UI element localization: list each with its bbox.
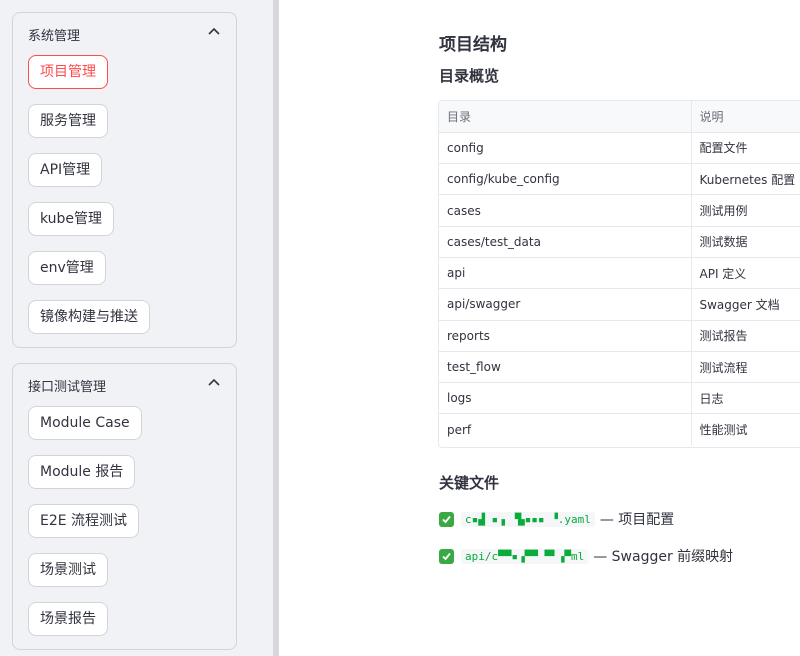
chevron-up-icon[interactable]: [208, 378, 220, 386]
check-icon: [439, 548, 454, 564]
expander-system-management: 系统管理 项目管理 服务管理 API管理 kube管理 env管理 镜像构建与推…: [12, 12, 237, 348]
file-description: — Swagger 前缀映射: [593, 549, 734, 565]
cell-directory: reports: [439, 320, 692, 352]
nav-button-module-report[interactable]: Module 报告: [28, 455, 136, 489]
nav-button-module-case[interactable]: Module Case: [28, 406, 142, 440]
file-description: — 项目配置: [599, 512, 675, 528]
cell-directory: cases/test_data: [439, 226, 692, 258]
cell-description: API 定义: [691, 257, 800, 290]
cell-directory: cases: [439, 194, 692, 227]
cell-description: 日志: [691, 382, 800, 415]
table-row: perf 性能测试: [439, 413, 800, 446]
cell-description: Kubernetes 配置: [691, 163, 800, 196]
sidebar: 系统管理 项目管理 服务管理 API管理 kube管理 env管理 镜像构建与推…: [0, 0, 273, 656]
main-content: 项目结构 目录概览 目录 说明 config 配置文件 config/kube_c…: [279, 0, 800, 656]
check-icon: [439, 511, 454, 527]
cell-directory: logs: [439, 382, 692, 415]
expander-title[interactable]: 系统管理: [28, 25, 80, 44]
file-path: c▪▟ ▪▗ ▝▙▪▪▪ ▝.yaml: [461, 511, 595, 527]
table-row: cases 测试用例: [439, 194, 800, 227]
cell-description: 测试数据: [691, 226, 800, 258]
section-title-overview: 目录概览: [439, 67, 500, 85]
nav-button-image-build-push[interactable]: 镜像构建与推送: [28, 300, 150, 334]
table-row: test_flow 测试流程: [439, 351, 800, 384]
cell-directory: api: [439, 257, 692, 290]
cell-description: 性能测试: [699, 423, 748, 438]
nav-button-kube-management[interactable]: kube管理: [28, 202, 115, 236]
cell-description: 测试流程: [691, 351, 800, 384]
table-row: config/kube_config Kubernetes 配置: [439, 163, 800, 196]
table-row: cases/test_data 测试数据: [439, 226, 800, 258]
column-header-directory[interactable]: 目录: [439, 101, 692, 133]
nav-button-service-management[interactable]: 服务管理: [28, 104, 108, 138]
file-path: api/c▀▀▪▗▀▀ ▀▘▗▀ml: [461, 548, 589, 564]
cell-description: 测试用例: [691, 194, 800, 227]
table-row: config 配置文件: [439, 132, 800, 165]
cell-directory: test_flow: [439, 351, 692, 384]
key-file-item: c▪▟ ▪▗ ▝▙▪▪▪ ▝.yaml — 项目配置: [439, 509, 674, 529]
expander-api-test-management: 接口测试管理 Module Case Module 报告 E2E 流程测试 场景…: [12, 363, 237, 650]
cell-description: 测试报告: [691, 320, 800, 352]
table-row: api API 定义: [439, 257, 800, 290]
table-row: reports 测试报告: [439, 320, 800, 352]
cell-description: Swagger 文档: [691, 288, 800, 321]
key-file-item: api/c▀▀▪▗▀▀ ▀▘▗▀ml — Swagger 前缀映射: [439, 546, 733, 566]
nav-button-scenario-report[interactable]: 场景报告: [28, 602, 108, 636]
table-row: logs 日志: [439, 382, 800, 415]
cell-directory: config/kube_config: [439, 163, 692, 196]
page-title: 项目结构: [439, 35, 507, 55]
chevron-up-icon[interactable]: [208, 27, 220, 35]
column-header-description[interactable]: 说明: [691, 101, 800, 133]
cell-description: 配置文件: [691, 132, 800, 165]
nav-button-api-management[interactable]: API管理: [28, 153, 103, 187]
expander-title[interactable]: 接口测试管理: [28, 376, 106, 395]
directory-table: 目录 说明 config 配置文件 config/kube_config Kuber…: [438, 100, 800, 448]
cell-directory: perf: [439, 413, 692, 446]
table-header-row: 目录 说明: [439, 101, 800, 133]
cell-directory: api/swagger: [439, 288, 692, 321]
nav-button-e2e-flow-test[interactable]: E2E 流程测试: [28, 504, 140, 538]
section-title-key-files: 关键文件: [439, 474, 500, 492]
cell-directory: config: [439, 132, 692, 165]
nav-button-scenario-test[interactable]: 场景测试: [28, 553, 108, 587]
nav-button-env-management[interactable]: env管理: [28, 251, 106, 285]
nav-button-project-management[interactable]: 项目管理: [28, 55, 108, 89]
table-row: api/swagger Swagger 文档: [439, 288, 800, 321]
